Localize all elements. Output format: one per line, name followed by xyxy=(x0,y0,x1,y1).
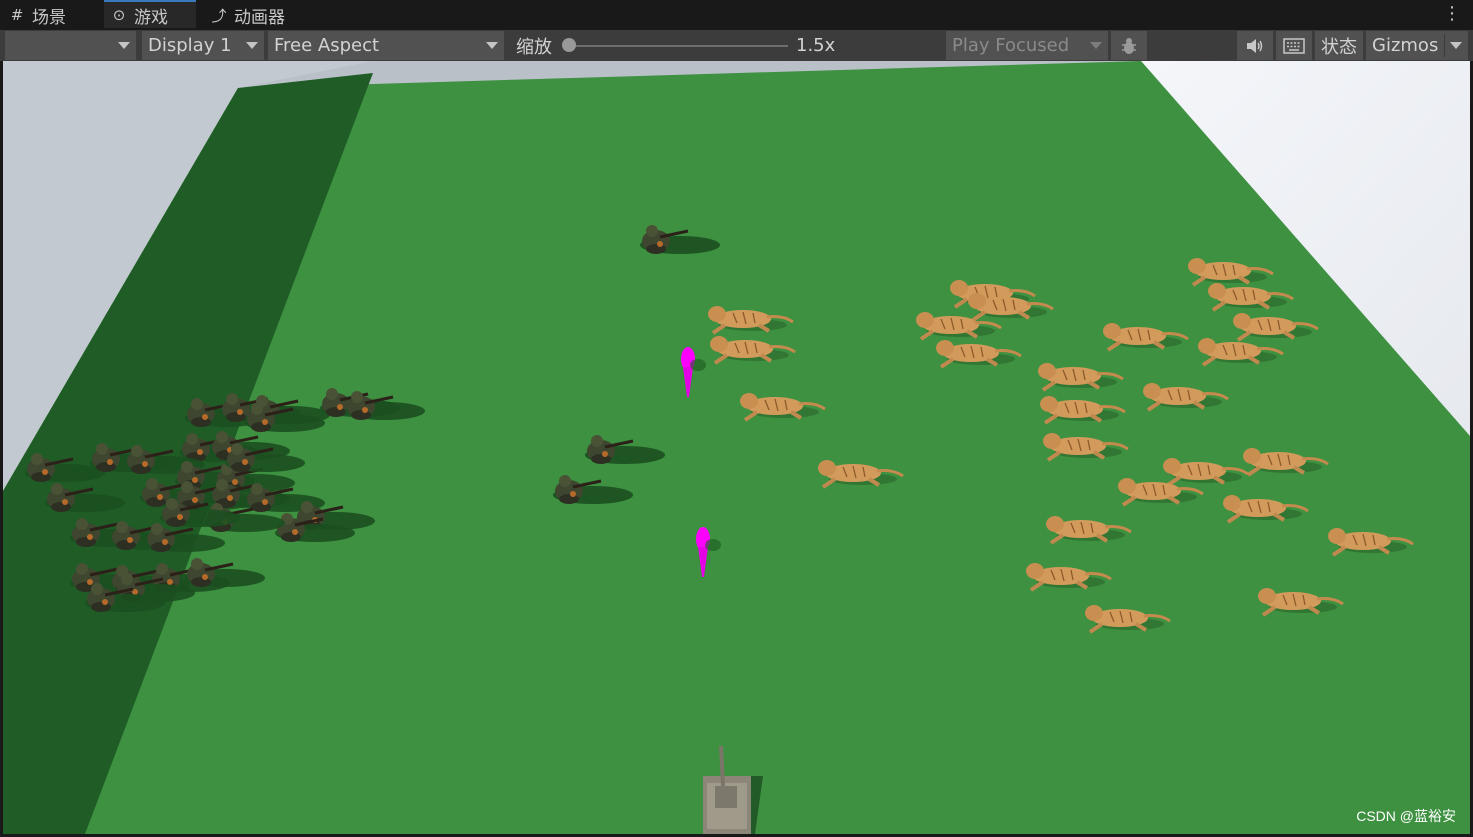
bug-icon xyxy=(1122,37,1136,54)
tab-animator-label: 动画器 xyxy=(234,7,285,28)
chevron-down-icon xyxy=(246,42,258,49)
tab-animator[interactable]: ⤴ 动画器 xyxy=(210,0,310,30)
gizmos-button[interactable]: Gizmos xyxy=(1366,31,1468,60)
display-dropdown[interactable]: Display 1 xyxy=(142,31,264,60)
chevron-down-icon xyxy=(1090,42,1102,49)
tab-scene[interactable]: # 场景 xyxy=(8,0,98,30)
mute-audio-button[interactable] xyxy=(1237,31,1273,60)
editor-tab-bar: # 场景 ⊙ 游戏 ⤴ 动画器 ⋮ xyxy=(0,0,1473,30)
gamepad-icon: ⊙ xyxy=(112,6,126,24)
shortcuts-button[interactable] xyxy=(1276,31,1312,60)
tab-scene-label: 场景 xyxy=(32,7,66,28)
scale-slider-handle[interactable] xyxy=(562,38,576,52)
tab-game[interactable]: ⊙ 游戏 xyxy=(104,0,196,28)
chevron-down-icon xyxy=(486,42,498,49)
target-display-dropdown-left[interactable] xyxy=(5,31,136,60)
frame-debugger-button[interactable] xyxy=(1111,31,1147,60)
tab-game-label: 游戏 xyxy=(134,7,168,28)
speaker-icon xyxy=(1247,38,1263,53)
display-label: Display 1 xyxy=(148,35,232,56)
stats-label: 状态 xyxy=(1321,36,1357,58)
play-mode-label: Play Focused xyxy=(952,35,1070,56)
scale-slider-track[interactable] xyxy=(568,45,788,47)
keyboard-icon xyxy=(1283,37,1305,54)
game-scene xyxy=(3,61,1470,834)
toolbar-spacer xyxy=(1150,31,1234,60)
stats-button[interactable]: 状态 xyxy=(1315,31,1363,60)
gizmos-label: Gizmos xyxy=(1372,35,1439,56)
chevron-down-icon xyxy=(1450,42,1462,49)
scale-value: 1.5x xyxy=(796,35,836,56)
grid-icon: # xyxy=(10,6,24,24)
animator-icon: ⤴ xyxy=(211,6,227,25)
game-viewport[interactable]: CSDN @蓝裕安 xyxy=(3,61,1470,834)
scale-label: 缩放 xyxy=(516,36,552,58)
chevron-down-icon xyxy=(118,42,130,49)
watermark: CSDN @蓝裕安 xyxy=(1356,808,1456,824)
play-mode-dropdown[interactable]: Play Focused xyxy=(946,31,1108,60)
aspect-label: Free Aspect xyxy=(274,35,380,56)
more-options-icon[interactable]: ⋮ xyxy=(1443,4,1461,24)
aspect-dropdown[interactable]: Free Aspect xyxy=(268,31,504,60)
